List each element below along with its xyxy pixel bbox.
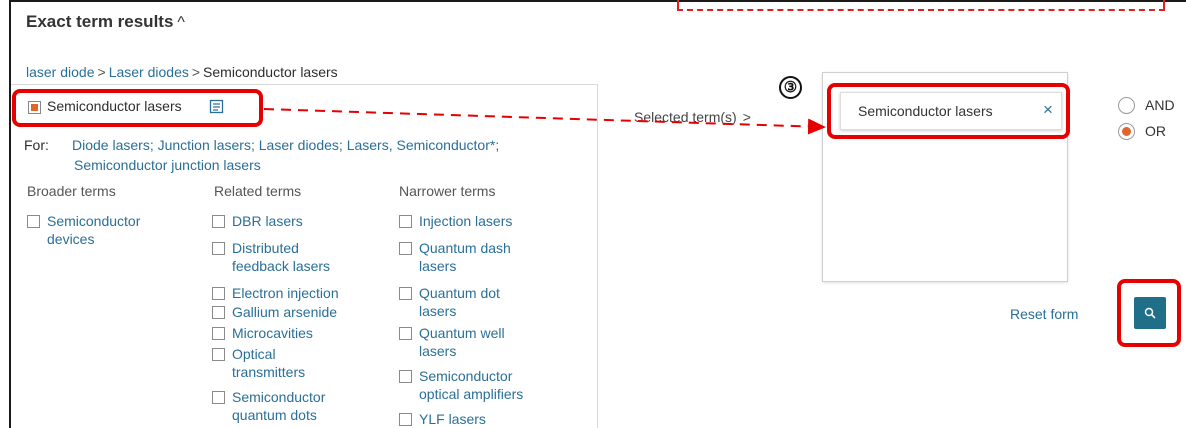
radio-and[interactable] bbox=[1118, 97, 1135, 114]
highlight-search-button bbox=[1117, 279, 1181, 347]
annotation-arrow bbox=[263, 108, 826, 135]
reset-form-link[interactable]: Reset form bbox=[1010, 306, 1078, 322]
radio-and-label[interactable]: AND bbox=[1145, 97, 1175, 113]
radio-or-label[interactable]: OR bbox=[1145, 123, 1166, 139]
radio-or[interactable] bbox=[1118, 123, 1135, 140]
